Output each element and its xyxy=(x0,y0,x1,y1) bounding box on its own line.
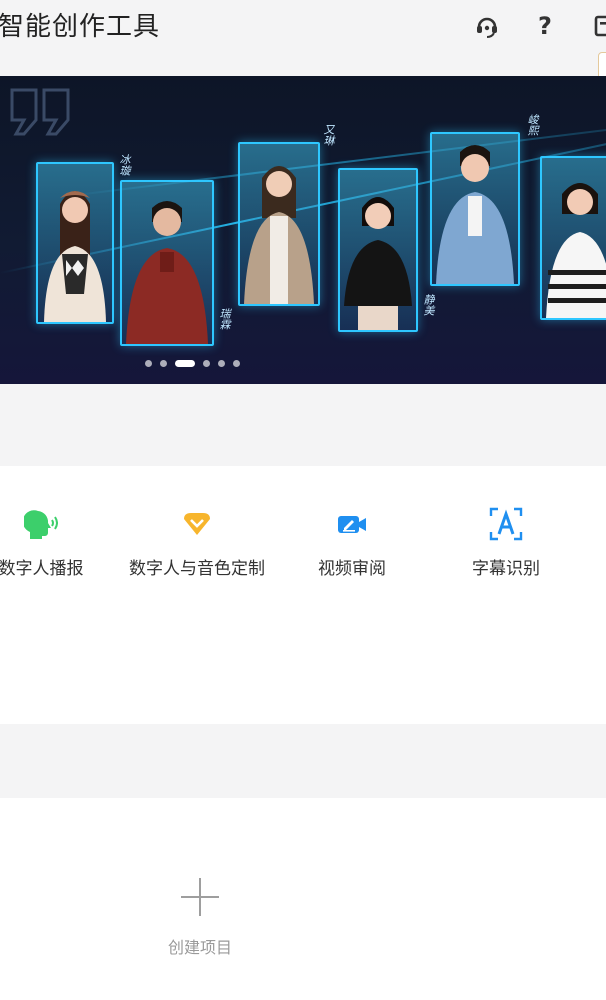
avatar-name: 静美 xyxy=(422,294,435,316)
avatar-frame[interactable] xyxy=(430,132,520,286)
banner-carousel[interactable]: 冰璇 瑞霖 又琳 静美 峻熙 xyxy=(0,76,606,384)
help-icon[interactable]: ? xyxy=(529,10,561,42)
carousel-dot[interactable] xyxy=(218,360,225,367)
carousel-dot[interactable] xyxy=(203,360,210,367)
carousel-dot[interactable] xyxy=(160,360,167,367)
tools-panel: 数字人播报 数字人与音色定制 视频审阅 字幕识别 xyxy=(0,466,606,724)
carousel-indicator[interactable] xyxy=(145,360,240,367)
text-scan-icon xyxy=(488,506,524,542)
plus-icon xyxy=(181,878,219,916)
heart-badge-icon xyxy=(179,506,215,542)
tool-label: 视频审阅 xyxy=(318,559,386,579)
avatar-name: 瑞霖 xyxy=(218,308,231,330)
avatar-name: 冰璇 xyxy=(118,154,131,176)
avatar-frame[interactable] xyxy=(338,168,418,332)
speaking-head-icon xyxy=(23,506,59,542)
avatar-frame[interactable] xyxy=(120,180,214,346)
avatar-frame[interactable] xyxy=(36,162,114,324)
quote-icon xyxy=(10,88,70,136)
video-edit-icon xyxy=(334,506,370,542)
avatar-name: 峻熙 xyxy=(526,114,539,136)
tool-digital-human-broadcast[interactable]: 数字人播报 xyxy=(0,506,126,586)
menu-icon[interactable] xyxy=(588,10,606,42)
avatar-name: 又琳 xyxy=(322,124,335,146)
tool-subtitle-recognition[interactable]: 字幕识别 xyxy=(421,506,591,586)
tool-label: 字幕识别 xyxy=(472,559,540,579)
app-header: 智能创作工具 ? xyxy=(0,0,606,94)
avatar-frame[interactable] xyxy=(540,156,606,320)
create-project-label: 创建项目 xyxy=(167,938,232,957)
carousel-dot[interactable] xyxy=(233,360,240,367)
projects-panel: 创建项目 xyxy=(0,798,606,1000)
avatar-frame[interactable] xyxy=(238,142,320,306)
create-project-button[interactable]: 创建项目 xyxy=(140,872,260,972)
carousel-dot-active[interactable] xyxy=(175,360,195,367)
carousel-dot[interactable] xyxy=(145,360,152,367)
tool-label: 数字人与音色定制 xyxy=(129,559,265,579)
headset-icon[interactable] xyxy=(471,10,503,42)
tool-video-review[interactable]: 视频审阅 xyxy=(267,506,437,586)
page-title: 智能创作工具 xyxy=(0,12,161,42)
tool-label: 数字人播报 xyxy=(0,559,84,579)
tool-digital-human-voice-custom[interactable]: 数字人与音色定制 xyxy=(112,506,282,586)
